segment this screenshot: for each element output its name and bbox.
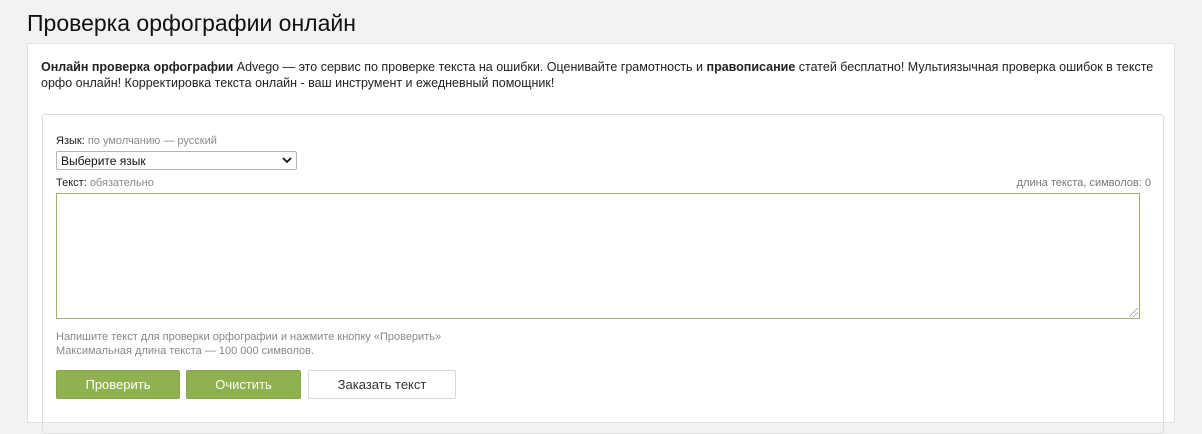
clear-button[interactable]: Очистить bbox=[186, 370, 301, 399]
language-select[interactable]: Выберите язык bbox=[56, 151, 297, 170]
text-label-text: Текст: bbox=[56, 177, 87, 189]
help-text-instructions: Напишите текст для проверки орфографии и… bbox=[56, 331, 442, 343]
content-card: Онлайн проверка орфографии Advego — это … bbox=[27, 43, 1175, 434]
order-text-button[interactable]: Заказать текст bbox=[308, 370, 456, 399]
text-label: Текст: обязательно bbox=[56, 177, 154, 189]
intro-text-1: Advego — это сервис по проверке текста н… bbox=[233, 60, 707, 74]
help-text-max-length: Максимальная длина текста — 100 000 симв… bbox=[56, 345, 315, 357]
check-button[interactable]: Проверить bbox=[56, 370, 180, 399]
text-length-counter: длина текста, символов: 0 bbox=[1016, 177, 1151, 189]
page-title: Проверка орфографии онлайн bbox=[27, 10, 356, 36]
intro-bold-1: Онлайн проверка орфографии bbox=[41, 60, 234, 74]
intro-bold-2: правописание bbox=[706, 60, 796, 74]
text-input[interactable] bbox=[56, 193, 1140, 319]
language-hint: по умолчанию — русский bbox=[87, 135, 217, 147]
language-label: Язык: по умолчанию — русский bbox=[56, 135, 217, 147]
intro-text: Онлайн проверка орфографии Advego — это … bbox=[41, 59, 1161, 91]
spellcheck-form: Язык: по умолчанию — русский Выберите яз… bbox=[42, 114, 1164, 434]
resize-handle-icon[interactable] bbox=[1129, 308, 1138, 317]
chevron-down-icon bbox=[282, 153, 292, 170]
text-hint: обязательно bbox=[89, 177, 154, 189]
language-label-text: Язык: bbox=[56, 135, 85, 147]
language-select-value: Выберите язык bbox=[61, 154, 146, 168]
